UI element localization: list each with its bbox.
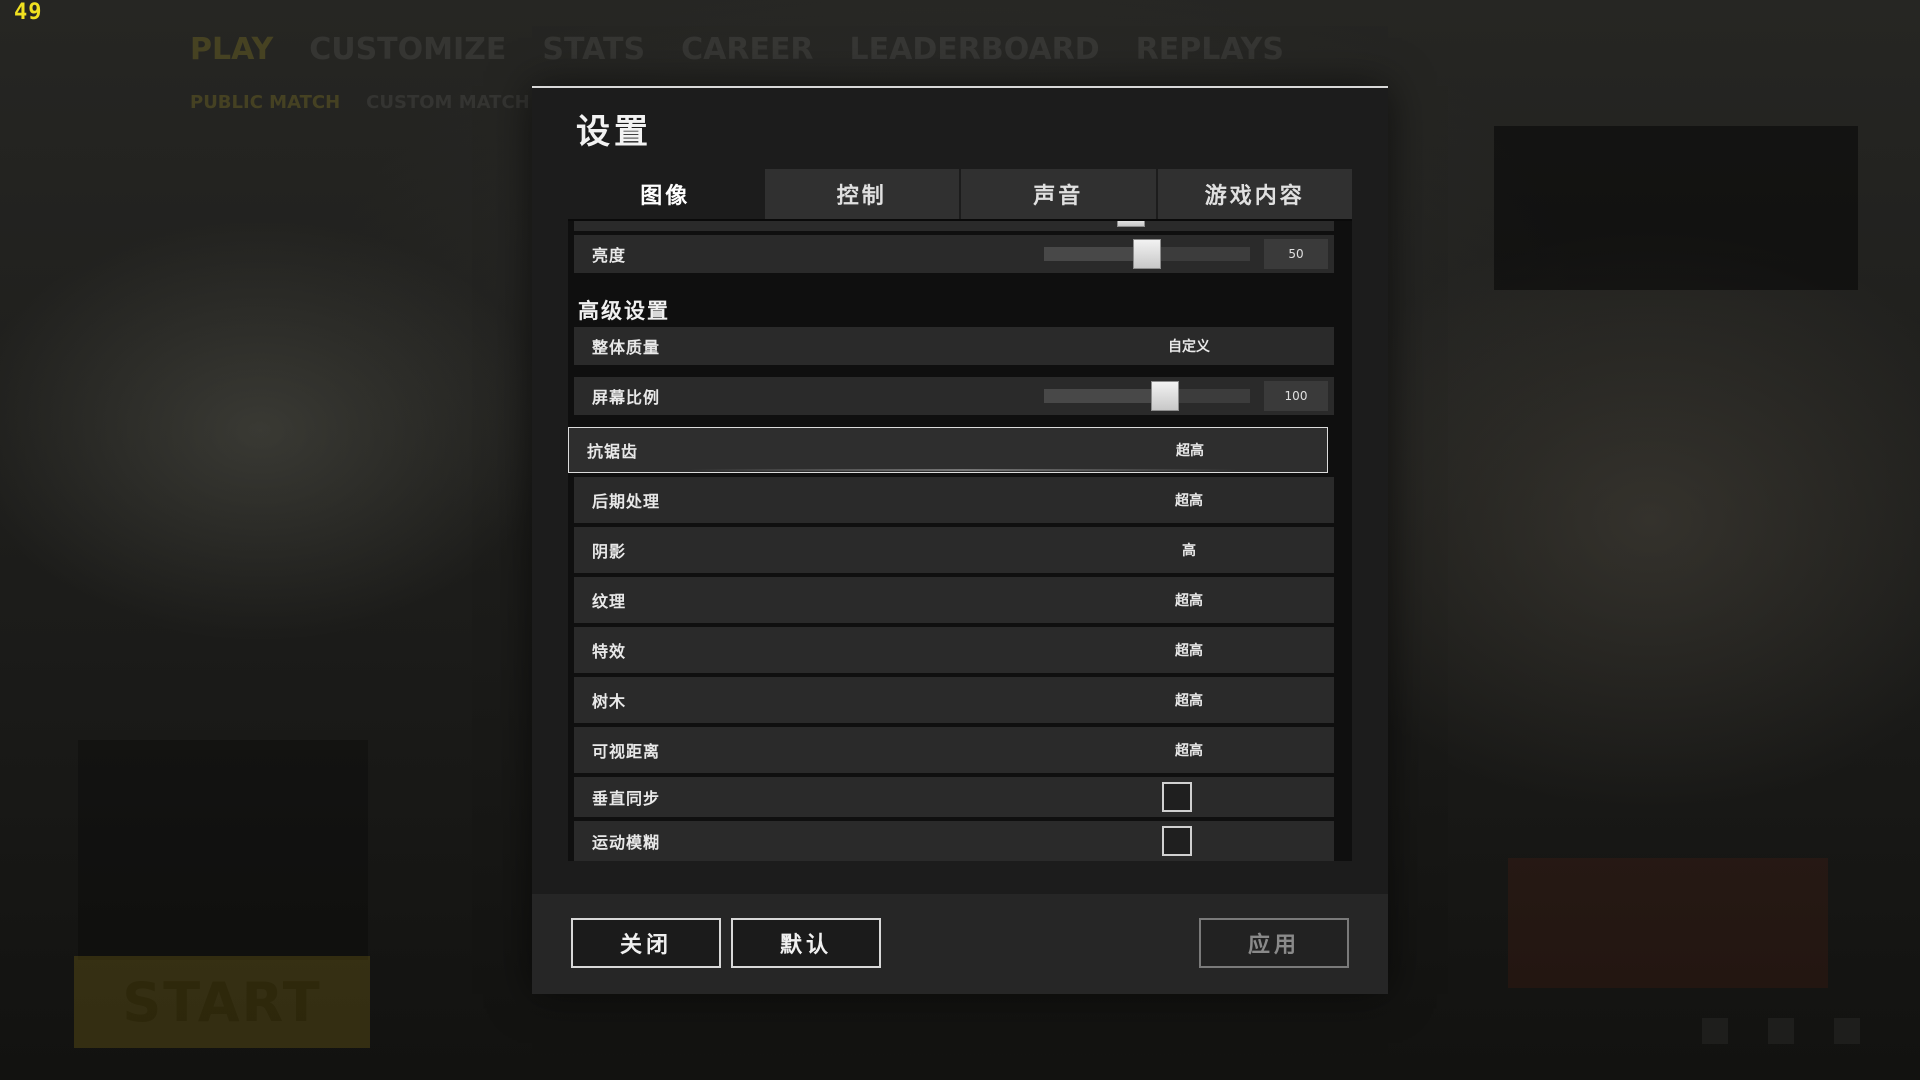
view-distance-label: 可视距离 xyxy=(592,742,661,761)
settings-list: 亮度 50 高级设置 整体质量 自定义 屏幕比例 100 抗锯齿 超高 后期处理… xyxy=(568,221,1352,861)
view-distance-value[interactable]: 超高 xyxy=(1134,740,1244,760)
partial-row xyxy=(574,221,1334,231)
setting-row-anti-aliasing[interactable]: 抗锯齿 超高 xyxy=(568,427,1328,473)
background-start-button: START xyxy=(74,956,370,1048)
default-button[interactable]: 默认 xyxy=(731,918,881,968)
bg-nav-customize: CUSTOMIZE xyxy=(309,32,507,67)
textures-value[interactable]: 超高 xyxy=(1134,590,1244,610)
textures-label: 纹理 xyxy=(592,592,627,611)
screen-scale-slider-thumb[interactable] xyxy=(1151,381,1179,411)
screen-scale-slider[interactable] xyxy=(1044,381,1250,411)
screen-scale-slider-fill xyxy=(1044,389,1168,403)
setting-row-brightness: 亮度 50 xyxy=(574,235,1334,273)
setting-row-shadows[interactable]: 阴影 高 xyxy=(574,527,1334,573)
bg-sub-custom: CUSTOM MATCH xyxy=(366,92,530,113)
vsync-label: 垂直同步 xyxy=(592,789,661,808)
brightness-slider[interactable] xyxy=(1044,239,1250,269)
setting-row-textures[interactable]: 纹理 超高 xyxy=(574,577,1334,623)
motion-blur-label: 运动模糊 xyxy=(592,833,661,852)
anti-aliasing-label: 抗锯齿 xyxy=(587,442,639,461)
effects-value[interactable]: 超高 xyxy=(1134,640,1244,660)
overall-quality-value[interactable]: 自定义 xyxy=(1134,336,1244,356)
tab-sound[interactable]: 声音 xyxy=(961,169,1156,219)
bg-nav-stats: STATS xyxy=(542,32,646,67)
advanced-settings-heading: 高级设置 xyxy=(578,299,670,323)
setting-row-view-distance[interactable]: 可视距离 超高 xyxy=(574,727,1334,773)
setting-row-vsync: 垂直同步 xyxy=(574,777,1334,817)
vsync-checkbox[interactable] xyxy=(1162,782,1192,812)
setting-row-screen-scale: 屏幕比例 100 xyxy=(574,377,1334,415)
bg-nav-career: CAREER xyxy=(681,32,814,67)
screen-scale-label: 屏幕比例 xyxy=(592,388,661,407)
motion-blur-checkbox[interactable] xyxy=(1162,826,1192,856)
bg-nav-replays: REPLAYS xyxy=(1135,32,1285,67)
brightness-slider-fill xyxy=(1044,247,1147,261)
bg-sub-public: PUBLIC MATCH xyxy=(190,92,341,113)
anti-aliasing-value[interactable]: 超高 xyxy=(1135,440,1245,460)
fps-counter: 49 xyxy=(14,0,43,25)
post-processing-label: 后期处理 xyxy=(592,492,661,511)
bg-icon-2 xyxy=(1768,1018,1794,1044)
background-nav: PLAY CUSTOMIZE STATS CAREER LEADERBOARD … xyxy=(190,32,1284,67)
tab-controls[interactable]: 控制 xyxy=(764,169,959,219)
tab-gameplay[interactable]: 游戏内容 xyxy=(1157,169,1352,219)
setting-row-effects[interactable]: 特效 超高 xyxy=(574,627,1334,673)
setting-row-motion-blur: 运动模糊 xyxy=(574,821,1334,861)
overall-quality-label: 整体质量 xyxy=(592,338,661,357)
foliage-label: 树木 xyxy=(592,692,627,711)
foliage-value[interactable]: 超高 xyxy=(1134,690,1244,710)
apply-button[interactable]: 应用 xyxy=(1199,918,1349,968)
shadows-label: 阴影 xyxy=(592,542,627,561)
background-mode-card xyxy=(1508,858,1828,988)
bg-icon-3 xyxy=(1834,1018,1860,1044)
close-button[interactable]: 关闭 xyxy=(571,918,721,968)
bg-nav-play: PLAY xyxy=(190,32,274,67)
settings-tabs: 图像 控制 声音 游戏内容 xyxy=(568,169,1352,219)
brightness-label: 亮度 xyxy=(592,246,627,265)
dialog-title: 设置 xyxy=(576,112,652,152)
settings-dialog: 设置 图像 控制 声音 游戏内容 亮度 50 高级设置 整体质量 自定义 屏幕比… xyxy=(532,86,1388,994)
brightness-slider-thumb[interactable] xyxy=(1133,239,1161,269)
background-lobby-panel xyxy=(78,740,368,960)
partial-slider-thumb xyxy=(1117,221,1145,227)
bg-icon-1 xyxy=(1702,1018,1728,1044)
dialog-top-border xyxy=(532,86,1388,88)
effects-label: 特效 xyxy=(592,642,627,661)
setting-row-foliage[interactable]: 树木 超高 xyxy=(574,677,1334,723)
screen-scale-value[interactable]: 100 xyxy=(1264,381,1328,411)
post-processing-value[interactable]: 超高 xyxy=(1134,490,1244,510)
background-bottom-icons xyxy=(1702,1018,1860,1044)
brightness-value[interactable]: 50 xyxy=(1264,239,1328,269)
setting-row-post-processing[interactable]: 后期处理 超高 xyxy=(574,477,1334,523)
tab-graphics[interactable]: 图像 xyxy=(568,169,763,219)
dialog-footer: 关闭 默认 应用 xyxy=(532,894,1388,994)
shadows-value[interactable]: 高 xyxy=(1134,540,1244,560)
setting-row-overall-quality[interactable]: 整体质量 自定义 xyxy=(574,327,1334,365)
bg-nav-leaderboard: LEADERBOARD xyxy=(849,32,1100,67)
background-subnav: PUBLIC MATCH CUSTOM MATCH xyxy=(190,92,530,113)
background-promo-card xyxy=(1494,126,1858,290)
